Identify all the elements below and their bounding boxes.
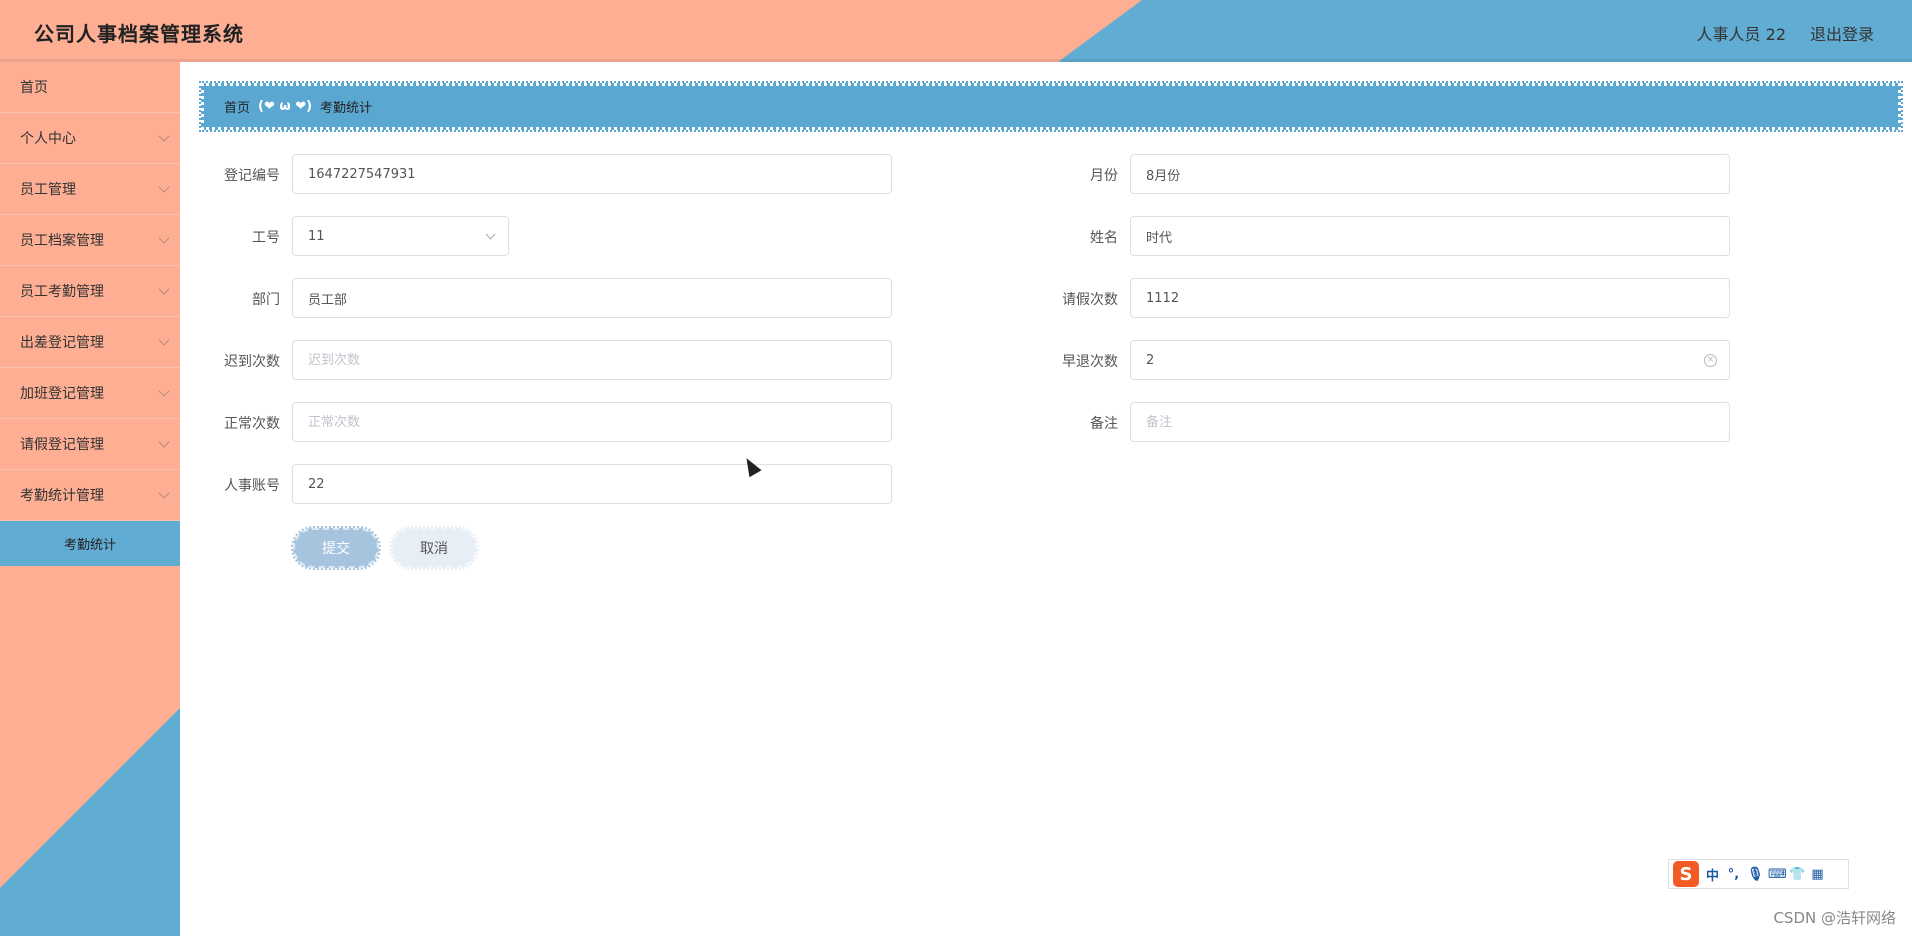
grid-apps-icon[interactable]: ▦: [1810, 867, 1825, 882]
sidebar-item-label: 考勤统计管理: [20, 488, 104, 504]
month-label: 月份: [1090, 168, 1118, 184]
breadcrumb-home[interactable]: 首页: [224, 97, 250, 116]
dept-field[interactable]: [292, 278, 892, 318]
sidebar-item-label: 个人中心: [20, 131, 76, 147]
early-count-label: 早退次数: [1062, 354, 1118, 370]
early-count-input[interactable]: [1146, 341, 1729, 379]
sidebar-item-home[interactable]: 首页: [0, 62, 180, 113]
leave-count-input[interactable]: [1146, 279, 1729, 317]
sidebar-item-label: 出差登记管理: [20, 335, 104, 351]
reg-no-field[interactable]: [292, 154, 892, 194]
sidebar-item-label: 员工档案管理: [20, 233, 104, 249]
month-input[interactable]: [1146, 155, 1729, 193]
sidebar-item-business-trip[interactable]: 出差登记管理: [0, 317, 180, 368]
name-field[interactable]: [1130, 216, 1730, 256]
normal-count-label: 正常次数: [224, 416, 280, 432]
breadcrumb-separator: (❤ ω ❤): [258, 99, 313, 114]
sidebar-item-label: 首页: [20, 80, 48, 96]
sidebar-item-label: 员工管理: [20, 182, 76, 198]
late-count-label: 迟到次数: [224, 354, 280, 370]
ime-toolbar: S 中 °, 🎙 ⌨ 👕 ▦: [1668, 859, 1849, 889]
chevron-down-icon: [158, 181, 170, 193]
emp-no-value: 11: [308, 228, 325, 244]
sidebar-item-attendance-stats[interactable]: 考勤统计管理: [0, 470, 180, 521]
skin-shirt-icon[interactable]: 👕: [1789, 867, 1805, 882]
top-header: 公司人事档案管理系统 人事人员 22 退出登录: [0, 0, 1912, 62]
app-title: 公司人事档案管理系统: [34, 22, 244, 46]
sidebar: 首页 个人中心 员工管理 员工档案管理 员工考勤管理 出差登记管理 加班登记管理…: [0, 62, 180, 936]
emp-no-select[interactable]: 11: [292, 216, 509, 256]
leave-count-field[interactable]: [1130, 278, 1730, 318]
breadcrumb: 首页 (❤ ω ❤) 考勤统计: [199, 81, 1903, 132]
sidebar-item-label: 请假登记管理: [20, 437, 104, 453]
name-input[interactable]: [1146, 217, 1729, 255]
microphone-icon[interactable]: 🎙: [1747, 867, 1764, 882]
hr-account-field[interactable]: [292, 464, 892, 504]
current-user: 人事人员 22: [1696, 25, 1786, 44]
chevron-down-icon: [158, 283, 170, 295]
late-count-input[interactable]: [308, 341, 891, 379]
keyboard-icon[interactable]: ⌨: [1768, 867, 1787, 882]
hr-account-input[interactable]: [308, 465, 891, 503]
reg-no-input[interactable]: [308, 155, 891, 193]
month-field[interactable]: [1130, 154, 1730, 194]
sidebar-item-employee-attendance[interactable]: 员工考勤管理: [0, 266, 180, 317]
chevron-down-icon: [158, 487, 170, 499]
chevron-down-icon: [485, 229, 496, 240]
sidebar-item-employee-archive[interactable]: 员工档案管理: [0, 215, 180, 266]
ime-mode-toggle[interactable]: 中: [1705, 865, 1720, 884]
remark-label: 备注: [1090, 416, 1118, 432]
dept-label: 部门: [252, 292, 280, 308]
clear-icon[interactable]: ×: [1704, 354, 1717, 367]
chevron-down-icon: [158, 130, 170, 142]
sidebar-item-overtime[interactable]: 加班登记管理: [0, 368, 180, 419]
sidebar-item-label: 加班登记管理: [20, 386, 104, 402]
hr-account-label: 人事账号: [224, 478, 280, 494]
breadcrumb-current: 考勤统计: [320, 101, 373, 116]
remark-field[interactable]: [1130, 402, 1730, 442]
name-label: 姓名: [1090, 230, 1118, 246]
normal-count-input[interactable]: [308, 403, 891, 441]
chevron-down-icon: [158, 436, 170, 448]
sidebar-item-leave[interactable]: 请假登记管理: [0, 419, 180, 470]
leave-count-label: 请假次数: [1062, 292, 1118, 308]
watermark: CSDN @浩轩网络: [1773, 909, 1896, 927]
sidebar-item-employee[interactable]: 员工管理: [0, 164, 180, 215]
sidebar-item-label: 员工考勤管理: [20, 284, 104, 300]
logout-link[interactable]: 退出登录: [1810, 21, 1874, 45]
ime-logo-icon[interactable]: S: [1673, 861, 1699, 887]
emp-no-label: 工号: [252, 230, 280, 246]
sidebar-subitem-attendance-stats[interactable]: 考勤统计: [0, 521, 180, 566]
remark-input[interactable]: [1146, 403, 1729, 441]
dept-input[interactable]: [308, 279, 891, 317]
normal-count-field[interactable]: [292, 402, 892, 442]
late-count-field[interactable]: [292, 340, 892, 380]
chevron-down-icon: [158, 385, 170, 397]
sidebar-item-personal-center[interactable]: 个人中心: [0, 113, 180, 164]
chevron-down-icon: [158, 232, 170, 244]
submit-button[interactable]: 提交: [291, 526, 381, 570]
cancel-button[interactable]: 取消: [389, 526, 479, 570]
early-count-field[interactable]: ×: [1130, 340, 1730, 380]
ime-punctuation-toggle[interactable]: °,: [1726, 867, 1741, 882]
chevron-down-icon: [158, 334, 170, 346]
reg-no-label: 登记编号: [224, 168, 280, 184]
